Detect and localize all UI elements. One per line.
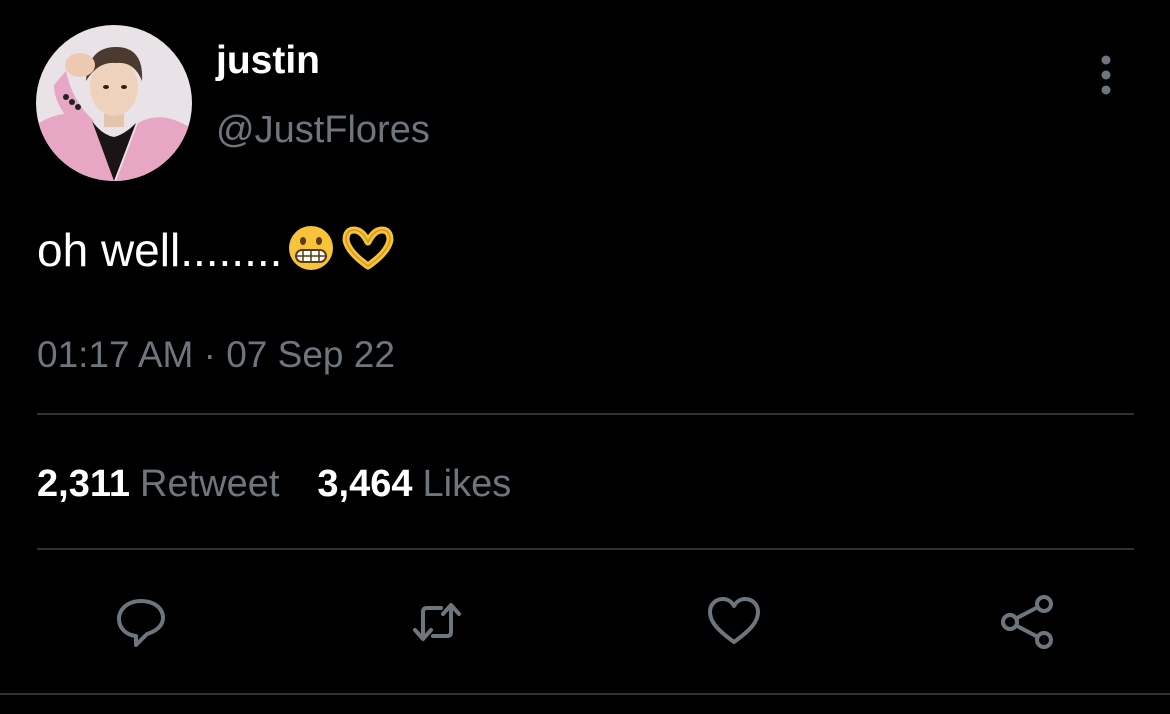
tweet-date: 07 Sep 22 xyxy=(226,334,395,375)
likes-label: Likes xyxy=(422,463,512,505)
retweets-stat[interactable]: 2,311 Retweet xyxy=(37,463,279,505)
heart-hands-emoji xyxy=(340,226,396,282)
avatar[interactable] xyxy=(36,25,192,181)
tweet-timestamp[interactable]: 01:17 AM · 07 Sep 22 xyxy=(37,333,395,377)
more-options-icon[interactable] xyxy=(1088,52,1124,98)
likes-stat[interactable]: 3,464 Likes xyxy=(317,463,511,505)
timestamp-separator: · xyxy=(203,334,216,375)
tweet-text: oh well........ xyxy=(37,222,396,285)
reply-icon[interactable] xyxy=(113,594,169,650)
user-handle[interactable]: @JustFlores xyxy=(216,107,430,153)
display-name[interactable]: justin xyxy=(216,38,320,84)
grimacing-face-emoji xyxy=(286,223,336,285)
tweet-time: 01:17 AM xyxy=(37,334,194,375)
tweet-card: justin @JustFlores oh well........ 01:17… xyxy=(0,0,1170,714)
retweets-count: 2,311 xyxy=(37,463,130,505)
like-icon[interactable] xyxy=(706,594,762,650)
divider xyxy=(37,548,1134,550)
engagement-stats: 2,311 Retweet 3,464 Likes xyxy=(37,461,511,507)
divider xyxy=(37,413,1134,415)
retweets-label: Retweet xyxy=(140,463,280,505)
divider xyxy=(0,693,1170,695)
tweet-body: oh well........ xyxy=(37,224,283,276)
share-icon[interactable] xyxy=(1000,594,1056,650)
likes-count: 3,464 xyxy=(317,463,413,505)
retweet-icon[interactable] xyxy=(409,594,465,650)
